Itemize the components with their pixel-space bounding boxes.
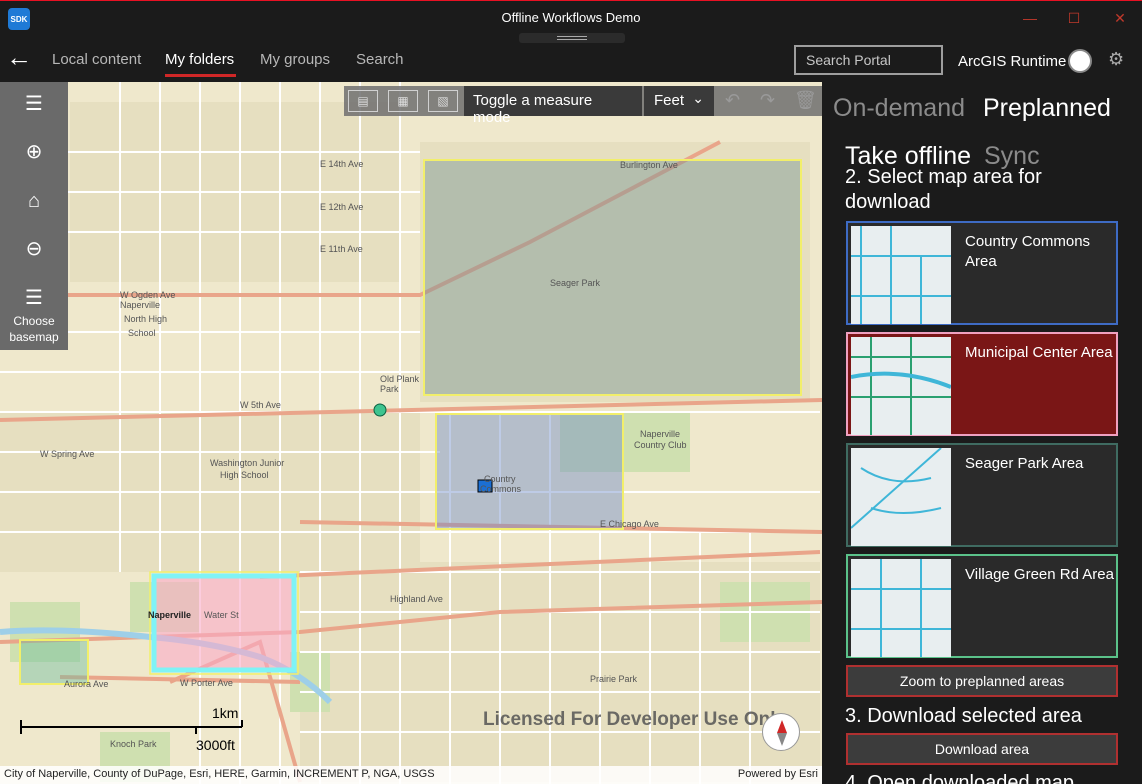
choose-basemap-label[interactable]: Choose basemap — [0, 313, 68, 345]
active-tab-indicator — [165, 74, 236, 77]
svg-text:Country: Country — [484, 474, 516, 484]
unit-value: Feet — [654, 92, 685, 109]
area-thumbnail — [851, 559, 951, 657]
svg-text:E Chicago Ave: E Chicago Ave — [600, 519, 659, 529]
svg-text:School: School — [128, 328, 156, 338]
drag-handle[interactable] — [519, 33, 625, 43]
map-tool-panel: ☰ ⊕ ⌂ ⊖ ☰ — [0, 82, 68, 350]
svg-text:Highland Ave: Highland Ave — [390, 594, 443, 604]
maximize-button[interactable]: ☐ — [1060, 7, 1088, 29]
svg-text:Washington Junior: Washington Junior — [210, 458, 284, 468]
village-green-area-outline — [19, 639, 89, 685]
avatar[interactable] — [1068, 49, 1092, 73]
svg-text:Park: Park — [380, 384, 399, 394]
tab-search[interactable]: Search — [356, 51, 404, 68]
step-4-heading: 4. Open downloaded map — [845, 772, 1075, 784]
svg-text:Knoch Park: Knoch Park — [110, 739, 157, 749]
map-view[interactable]: W Ogden Ave Burlington Ave E 14th Ave E … — [0, 82, 822, 784]
svg-text:Country Club: Country Club — [634, 440, 687, 450]
svg-text:Naperville: Naperville — [640, 429, 680, 439]
measure-area-icon[interactable]: ▦ — [388, 90, 418, 112]
license-watermark: Licensed For Developer Use Only — [483, 709, 787, 730]
country-commons-area-outline — [435, 413, 624, 530]
area-card-seager-park[interactable]: Seager Park Area — [846, 443, 1118, 547]
minimize-button[interactable]: — — [1016, 7, 1044, 29]
measure-feature-icon[interactable]: ▧ — [428, 90, 458, 112]
svg-text:E 12th Ave: E 12th Ave — [320, 202, 363, 212]
compass-icon[interactable] — [762, 713, 800, 751]
seager-park-area-outline — [423, 159, 802, 396]
map-attribution: City of Naperville, County of DuPage, Es… — [0, 766, 822, 784]
area-card-country-commons[interactable]: Country Commons Area — [846, 221, 1118, 325]
tab-my-folders[interactable]: My folders — [165, 51, 234, 68]
step-2-heading: 2. Select map area for download — [845, 166, 1042, 213]
area-card-village-green[interactable]: Village Green Rd Area — [846, 554, 1118, 658]
svg-text:Seager Park: Seager Park — [550, 278, 601, 288]
svg-text:E 11th Ave: E 11th Ave — [320, 244, 363, 254]
offline-panel: On-demand Preplanned Take offline Sync 2… — [822, 82, 1142, 784]
svg-text:Prairie Park: Prairie Park — [590, 674, 638, 684]
zoom-out-icon[interactable]: ⊖ — [20, 235, 48, 263]
layers-icon[interactable]: ☰ — [20, 90, 48, 118]
unit-select[interactable]: Feet ⌄ — [644, 86, 714, 116]
area-name: Seager Park Area — [965, 455, 1084, 472]
area-thumbnail — [851, 337, 951, 435]
powered-by-esri[interactable]: Powered by Esri — [738, 768, 818, 780]
svg-text:Naperville: Naperville — [120, 300, 160, 310]
attribution-text: City of Naperville, County of DuPage, Es… — [4, 768, 435, 780]
home-icon[interactable]: ⌂ — [20, 187, 48, 215]
svg-text:Water St: Water St — [204, 610, 239, 620]
area-thumbnail — [851, 448, 951, 546]
area-name: Municipal Center Area — [965, 344, 1113, 361]
toggle-measure-mode-button[interactable]: Toggle a measure mode — [464, 86, 642, 126]
tab-on-demand[interactable]: On-demand — [833, 94, 965, 123]
map-canvas: W Ogden Ave Burlington Ave E 14th Ave E … — [0, 82, 822, 784]
measure-distance-icon[interactable]: ▤ — [348, 90, 378, 112]
tab-local-content[interactable]: Local content — [52, 51, 141, 68]
search-portal-input[interactable]: Search Portal — [794, 45, 943, 75]
area-name: Country Commons Area — [965, 233, 1091, 270]
zoom-in-icon[interactable]: ⊕ — [20, 138, 48, 166]
trash-icon[interactable]: 🗑 — [794, 90, 817, 111]
gear-icon[interactable]: ⚙ — [1108, 49, 1124, 70]
svg-text:W 5th Ave: W 5th Ave — [240, 400, 281, 410]
svg-text:Commons: Commons — [480, 484, 522, 494]
area-name: Village Green Rd Area — [965, 566, 1114, 583]
runtime-label: ArcGIS Runtime — [958, 53, 1067, 70]
svg-text:W Ogden Ave: W Ogden Ave — [120, 290, 175, 300]
basemap-icon[interactable]: ☰ — [20, 284, 48, 312]
svg-text:Old Plank: Old Plank — [380, 374, 420, 384]
scale-ft-label: 3000ft — [196, 737, 235, 753]
municipal-center-area-outline — [151, 573, 297, 673]
chevron-down-icon: ⌄ — [692, 90, 704, 106]
back-arrow-icon[interactable]: ← — [6, 44, 36, 74]
svg-text:High School: High School — [220, 470, 269, 480]
close-button[interactable]: ✕ — [1106, 7, 1134, 29]
area-thumbnail — [851, 226, 951, 324]
step-3-heading: 3. Download selected area — [845, 705, 1082, 727]
svg-text:E 14th Ave: E 14th Ave — [320, 159, 363, 169]
svg-text:Aurora Ave: Aurora Ave — [64, 679, 108, 689]
svg-text:North High: North High — [124, 314, 167, 324]
area-card-municipal-center[interactable]: Municipal Center Area — [846, 332, 1118, 436]
undo-icon[interactable]: ↶ — [725, 90, 740, 111]
redo-icon[interactable]: ↷ — [760, 90, 775, 111]
title-bar: SDK Offline Workflows Demo — ☐ ✕ — [0, 0, 1142, 34]
scale-km-label: 1km — [212, 705, 239, 721]
tab-my-groups[interactable]: My groups — [260, 51, 330, 68]
svg-text:Burlington Ave: Burlington Ave — [620, 160, 678, 170]
svg-text:W Porter Ave: W Porter Ave — [180, 678, 233, 688]
download-area-button[interactable]: Download area — [846, 733, 1118, 765]
svg-text:Naperville: Naperville — [148, 610, 191, 620]
window-title: Offline Workflows Demo — [501, 10, 641, 25]
tab-preplanned[interactable]: Preplanned — [983, 94, 1111, 123]
svg-text:W Spring Ave: W Spring Ave — [40, 449, 94, 459]
zoom-to-preplanned-button[interactable]: Zoom to preplanned areas — [846, 665, 1118, 697]
